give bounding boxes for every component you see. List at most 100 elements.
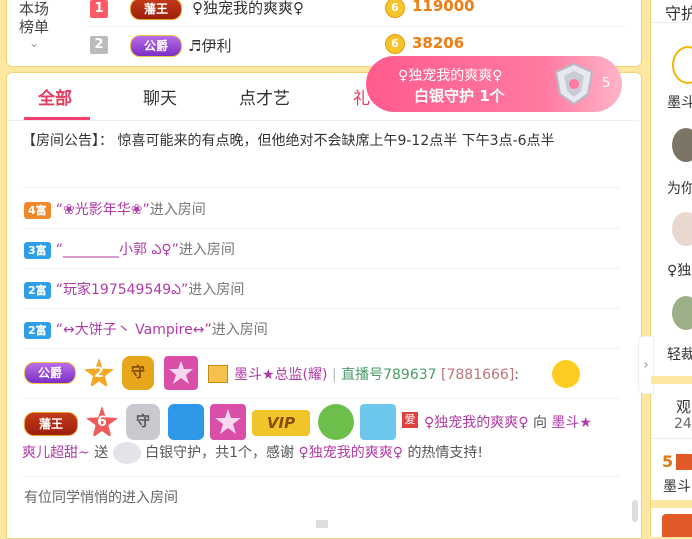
- star-medal-icon: [164, 356, 198, 390]
- anchor-icon: [208, 365, 228, 383]
- separator: |: [331, 367, 337, 383]
- level-star-icon: 2: [84, 358, 114, 388]
- divider: [22, 398, 620, 399]
- duke-badge: 公爵: [130, 35, 182, 57]
- entry-action: 进入房间: [178, 242, 235, 258]
- divider: [22, 476, 620, 477]
- star-medal-icon: [210, 404, 246, 440]
- entry-user-name[interactable]: “玩家197549549ఎ”: [56, 282, 189, 298]
- sidebar-user-name[interactable]: 轻裁: [667, 344, 692, 364]
- angel-medal-icon: [168, 404, 204, 440]
- divider: [22, 308, 620, 309]
- scroll-up-icon[interactable]: [316, 520, 328, 528]
- ranking-label-line1: 本场: [18, 0, 49, 18]
- scrollbar-thumb[interactable]: [632, 500, 638, 522]
- ranking-user-name[interactable]: ♬伊利: [188, 35, 231, 56]
- guard-icon: 守: [126, 404, 160, 440]
- chat-message: 公爵 2 守 墨斗★总监(耀) | 直播号789637 [7881666]:: [22, 356, 622, 392]
- gift-detail: 白银守护，共1个，感谢: [145, 445, 295, 461]
- gift-message: 藩王 6 守 VIP 爱 ♀独宠我的爽爽♀ 向 墨斗★ 爽儿超甜~ 送 白银守护…: [22, 402, 622, 472]
- silver-guard-icon: [112, 442, 141, 464]
- ranking-user-name[interactable]: ♀独宠我的爽爽♀: [192, 0, 304, 18]
- list-item: 3富 “________小郭 ఎ♀”进入房间: [24, 239, 235, 261]
- watch-label: 观: [676, 398, 692, 416]
- room-announcement: 【房间公告】： 惊喜可能来的有点晚，但他绝对不会缺席上午9-12点半 下午3点-…: [22, 133, 555, 149]
- guard-icon: 守: [122, 356, 154, 390]
- guard-popup-count: 1个: [479, 87, 505, 105]
- rank-number: 1: [90, 0, 108, 18]
- receiver-name-cont[interactable]: 爽儿超甜~: [22, 445, 90, 461]
- ranking-score: 119000: [412, 0, 475, 15]
- avatar[interactable]: [672, 212, 692, 246]
- room-label: 直播号789637: [341, 367, 437, 383]
- tab-all[interactable]: 全部: [38, 84, 72, 109]
- ranking-label-line2: 榜单: [18, 18, 49, 36]
- wealth-badge: 藩王: [130, 0, 182, 20]
- ranking-label[interactable]: 本场 榜单 ⌄: [12, 0, 56, 50]
- divider: [22, 268, 620, 269]
- message-user-name[interactable]: 墨斗★总监(耀): [234, 367, 327, 383]
- vip-badge: VIP: [252, 410, 310, 436]
- gift-tail: 的热情支持!: [407, 445, 484, 461]
- divider: [22, 228, 620, 229]
- avatar[interactable]: [672, 296, 692, 330]
- entry-action: 进入房间: [211, 322, 268, 338]
- divider: [651, 22, 692, 23]
- avatar[interactable]: [672, 128, 692, 162]
- row-divider: [86, 26, 626, 27]
- sidebar-user-name[interactable]: 墨斗: [667, 92, 692, 112]
- level-star-icon: 6: [86, 406, 118, 438]
- diamond-medal-icon: [360, 404, 396, 440]
- sidebar-gap: [651, 376, 692, 384]
- star-icon: [169, 361, 193, 384]
- wealth-badge-icon: [662, 514, 692, 537]
- wealth-level-badge: 4富: [24, 202, 51, 219]
- guard-popup[interactable]: ♀独宠我的爽爽♀ 白银守护 1个 5: [366, 56, 622, 112]
- tab-chat[interactable]: 聊天: [143, 84, 177, 109]
- chevron-down-icon[interactable]: ⌄: [12, 36, 56, 50]
- ranking-score: 38206: [412, 34, 465, 52]
- last-message: 有位同学悄悄的进入房间: [24, 490, 178, 506]
- gift-text-1: ♀独宠我的爽爽♀ 向 墨斗★: [424, 412, 592, 432]
- list-item: 4富 “❀光影年华❀”进入房间: [24, 199, 206, 219]
- entry-user-name[interactable]: “❀光影年华❀”: [56, 202, 150, 218]
- wealth-level-badge: 2富: [24, 282, 51, 299]
- list-item: 2富 “↔大饼子丶 Vampire↔”进入房间: [24, 319, 268, 339]
- sidebar-user-name[interactable]: 墨斗: [663, 476, 691, 496]
- flower-medal-icon: [318, 404, 354, 440]
- love-tag: 爱: [402, 412, 418, 428]
- sidebar-gap: [651, 500, 692, 508]
- guard-popup-label: 白银守护: [414, 87, 475, 105]
- entry-action: 进入房间: [149, 202, 206, 218]
- star-icon: [215, 409, 241, 434]
- entry-user-name[interactable]: “________小郭 ఎ♀”: [56, 242, 179, 258]
- gift-text-2: 爽儿超甜~ 送 白银守护，共1个，感谢 ♀独宠我的爽爽♀ 的热情支持!: [22, 442, 483, 464]
- colon: :: [514, 367, 520, 383]
- message-text: 墨斗★总监(耀) | 直播号789637 [7881666]:: [234, 364, 519, 384]
- sidebar-user-name[interactable]: 为你: [667, 178, 692, 198]
- entry-user-name[interactable]: “↔大饼子丶 Vampire↔”: [56, 322, 212, 338]
- giver-name[interactable]: ♀独宠我的爽爽♀: [424, 415, 529, 431]
- crown-icon: [676, 454, 692, 470]
- wealth-level-badge: 2富: [24, 322, 51, 339]
- gift-to: 向: [532, 415, 547, 431]
- divider: [22, 187, 620, 188]
- coin-icon: 6: [385, 34, 405, 54]
- tab-talent[interactable]: 点才艺: [239, 84, 290, 109]
- duke-badge: 公爵: [24, 362, 76, 384]
- emoji-icon: [552, 360, 580, 388]
- entry-action: 进入房间: [188, 282, 245, 298]
- receiver-name[interactable]: 墨斗★: [551, 415, 592, 431]
- wealth-badge: 藩王: [24, 412, 78, 436]
- divider: [22, 348, 620, 349]
- sidebar-user-name[interactable]: ♀独: [667, 260, 691, 280]
- collapse-sidebar-button[interactable]: ›: [638, 336, 654, 394]
- divider: [651, 438, 692, 439]
- rank-number: 2: [90, 36, 108, 54]
- watch-count: 24: [674, 416, 692, 432]
- guard-popup-badge: 5: [602, 76, 611, 91]
- guard-popup-text: 白银守护 1个: [414, 85, 505, 106]
- tab-divider: [7, 120, 639, 121]
- thanks-name[interactable]: ♀独宠我的爽爽♀: [298, 445, 403, 461]
- sidebar-title: 守护: [665, 4, 692, 23]
